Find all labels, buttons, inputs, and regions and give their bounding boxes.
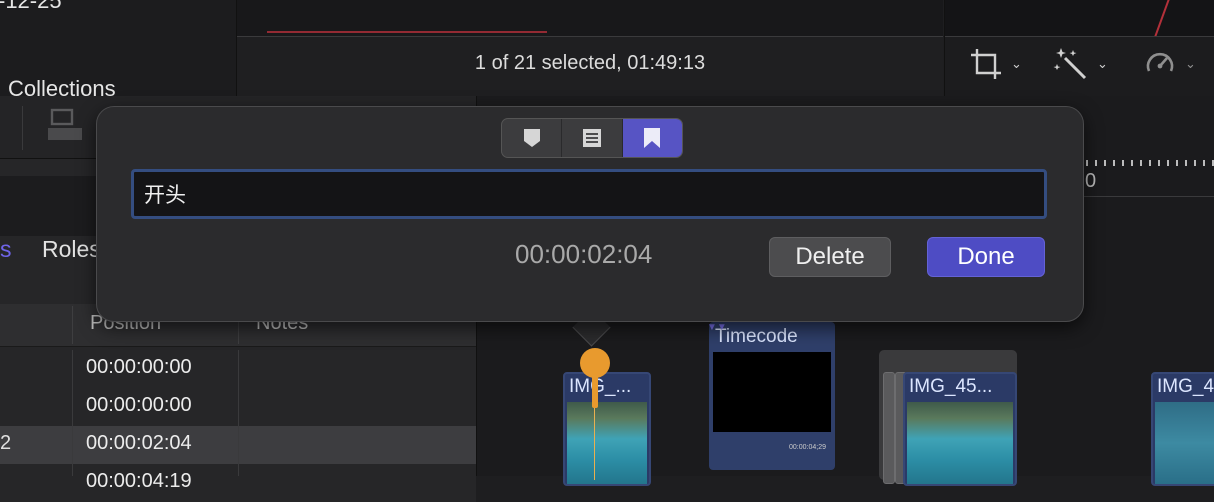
flag-icon[interactable]: [46, 108, 82, 142]
chapter-marker-tab[interactable]: [622, 119, 682, 157]
crop-icon: [971, 49, 1001, 79]
done-button[interactable]: Done: [927, 237, 1045, 277]
event-date: -12-25: [0, 0, 62, 13]
clip-thumbnail: [567, 402, 647, 484]
clip-name: IMG_4: [1157, 376, 1214, 397]
row-marker-cell: 2: [0, 432, 12, 454]
standard-marker-tab[interactable]: [502, 119, 563, 157]
timecode-clip[interactable]: Timecode 00:00:04;29: [709, 322, 835, 470]
clip-thumbnail: [1155, 402, 1214, 484]
video-clip[interactable]: IMG_4: [1151, 372, 1214, 486]
row-position: 00:00:00:00: [86, 356, 192, 378]
video-clip[interactable]: IMG_45...: [903, 372, 1017, 486]
chevron-down-icon: ⌄: [1185, 56, 1196, 71]
clip-thumbnail: 00:00:04;29: [713, 352, 831, 451]
tab-tags-partial[interactable]: s: [0, 236, 12, 263]
chevron-down-icon: ⌄: [1097, 56, 1108, 71]
marker-pin-icon[interactable]: [580, 348, 610, 378]
clip-name: IMG_...: [569, 376, 632, 397]
speedometer-icon: [1146, 52, 1174, 72]
speed-tool-button[interactable]: ⌄: [1143, 44, 1196, 84]
chevron-down-icon: ⌄: [1011, 56, 1022, 71]
marker-timecode: 00:00:02:04: [515, 239, 653, 269]
column-divider: [72, 350, 73, 476]
enhance-tool-button[interactable]: ⌄: [1053, 44, 1108, 84]
marker-popover: 00:00:02:04 Delete Done: [96, 106, 1084, 322]
timeline-ruler[interactable]: [1077, 160, 1214, 166]
clip-name: IMG_45...: [909, 376, 993, 397]
clip-timecode-text: 00:00:04;29: [789, 444, 826, 451]
marker-icon: [523, 129, 540, 147]
marker-name-input[interactable]: [131, 169, 1047, 219]
video-clip[interactable]: IMG_...: [563, 372, 651, 486]
ruler-label: 0: [1085, 170, 1097, 192]
marker-type-control: [501, 118, 683, 158]
column-divider[interactable]: [72, 306, 73, 344]
scope-frame: [945, 0, 1214, 37]
browser-pane-top: -12-25 Collections: [0, 0, 237, 101]
clip-thumbnail: [907, 402, 1013, 484]
scope-trace: [1153, 0, 1171, 36]
marker-icon[interactable]: ▼▼: [707, 322, 727, 333]
tab-roles[interactable]: Roles: [42, 236, 101, 263]
stack-handle[interactable]: [883, 372, 895, 484]
row-position: 00:00:04:19: [86, 470, 192, 492]
column-divider: [238, 350, 239, 476]
magic-wand-icon: [1053, 48, 1087, 80]
ruler-divider: [1077, 196, 1214, 197]
delete-button[interactable]: Delete: [769, 237, 891, 277]
playhead-line: [594, 396, 595, 480]
crop-tool-button[interactable]: ⌄: [969, 44, 1022, 84]
viewer-area: 1 of 21 selected, 01:49:13: [237, 0, 943, 96]
bookmark-icon: [644, 128, 661, 148]
todo-marker-tab[interactable]: [562, 119, 623, 157]
selection-status: 1 of 21 selected, 01:49:13: [474, 52, 706, 74]
row-position: 00:00:00:00: [86, 394, 192, 416]
audio-meter-line: [267, 31, 547, 33]
toolbar-divider: [22, 106, 23, 150]
viewer-tools: ⌄ ⌄ ⌄: [944, 0, 1214, 96]
clip-name: Timecode: [715, 326, 798, 347]
list-icon: [582, 129, 601, 147]
row-position: 00:00:02:04: [86, 432, 192, 454]
viewer-frame: [237, 0, 943, 37]
